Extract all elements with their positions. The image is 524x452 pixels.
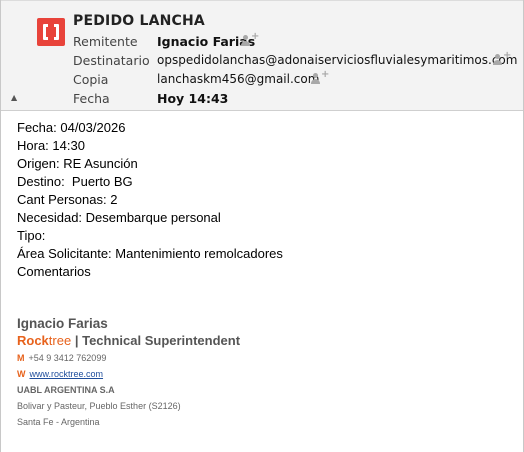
signature-org: UABL ARGENTINA S.A (17, 385, 115, 395)
date-row: Fecha Hoy 14:43 (73, 91, 273, 109)
email-signature: Ignacio Farias Rocktree | Technical Supe… (17, 316, 240, 427)
body-line: Área Solicitante: Mantenimiento remolcad… (17, 246, 283, 261)
recipient-label: Destinatario (73, 53, 150, 68)
sender-row: Remitente Ignacio Farias + (73, 31, 273, 52)
body-line: Tipo: (17, 228, 46, 243)
email-subject: PEDIDO LANCHA (73, 13, 205, 29)
cc-value[interactable]: lanchaskm456@gmail.com (157, 72, 319, 86)
email-viewer: PEDIDO LANCHA Remitente Ignacio Farias +… (0, 0, 524, 452)
signature-address-2: Santa Fe - Argentina (17, 417, 100, 427)
recipient-value[interactable]: opspedidolanchas@adonaiserviciosfluviale… (157, 53, 517, 67)
signature-mobile-row: M +54 9 3412 762099 (17, 353, 240, 363)
sender-label: Remitente (73, 34, 138, 49)
company-logo-rock: Rock (17, 333, 49, 348)
email-body: Fecha: 04/03/2026 Hora: 14:30 Origen: RE… (17, 119, 283, 281)
mail-app-logo-icon (37, 18, 65, 46)
body-line: Necesidad: Desembarque personal (17, 210, 221, 225)
company-logo-tree: tree (48, 333, 72, 348)
body-line: Fecha: 04/03/2026 (17, 120, 126, 135)
add-contact-icon[interactable]: + (241, 31, 259, 47)
collapse-header-icon[interactable]: ▲ (11, 93, 17, 102)
signature-web-row: Wwww.rocktree.com (17, 369, 240, 379)
cc-label: Copia (73, 72, 109, 87)
web-label: W (17, 369, 26, 379)
mobile-label: M (17, 353, 25, 363)
body-line: Origen: RE Asunción (17, 156, 138, 171)
signature-web-link[interactable]: www.rocktree.com (30, 369, 104, 379)
recipient-row: Destinatario opspedidolanchas@adonaiserv… (73, 50, 519, 71)
signature-name: Ignacio Farias (17, 316, 108, 331)
body-line: Comentarios (17, 264, 91, 279)
signature-separator: | (74, 333, 79, 348)
body-line: Hora: 14:30 (17, 138, 85, 153)
signature-address-1: Bolivar y Pasteur, Pueblo Esther (S2126) (17, 401, 181, 411)
signature-company-line: Rocktree | Technical Superintendent (17, 333, 240, 348)
signature-mobile: +54 9 3412 762099 (28, 353, 107, 363)
add-contact-icon[interactable]: + (493, 50, 511, 66)
body-line: Cant Personas: 2 (17, 192, 118, 207)
date-label: Fecha (73, 91, 110, 106)
cc-row: Copia lanchaskm456@gmail.com + (73, 69, 333, 90)
email-header: PEDIDO LANCHA Remitente Ignacio Farias +… (1, 0, 523, 111)
signature-title: Technical Superintendent (82, 333, 241, 348)
body-line: Destino: Puerto BG (17, 174, 133, 189)
add-contact-icon[interactable]: + (311, 69, 329, 85)
date-value: Hoy 14:43 (157, 91, 229, 106)
